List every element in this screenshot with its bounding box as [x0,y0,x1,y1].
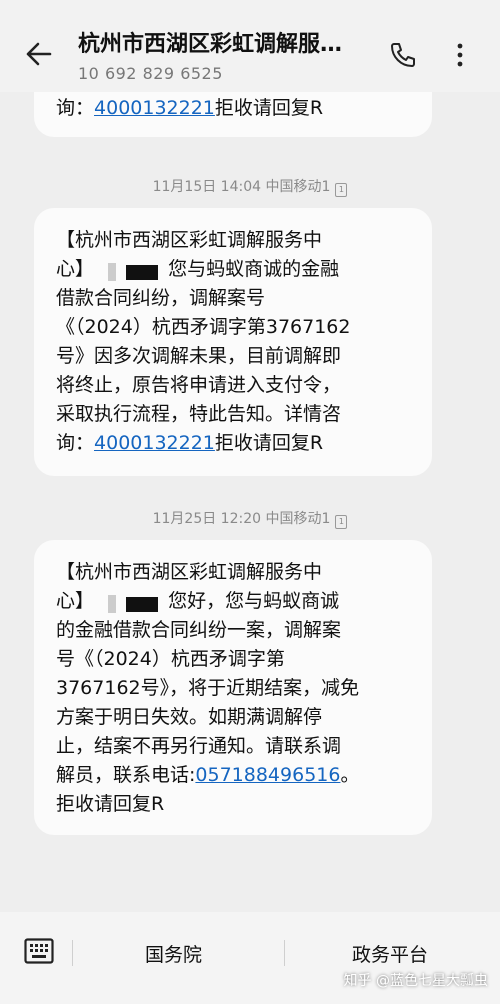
sim-card-icon: 1 [335,515,348,529]
message-timestamp: 11月15日 14:04 中国移动1 1 [0,176,500,197]
message-line: 方案于明日失效。如期满调解停 [56,706,323,728]
sender-number: 10 692 829 6525 [78,64,223,83]
phone-link[interactable]: 057188496516 [195,764,340,786]
message-line: 的金融借款合同纠纷一案，调解案 [56,619,342,641]
message-line: 心】 您好，您与蚂蚁商诚 [56,590,340,613]
message-line: 心】 您与蚂蚁商诚的金融 [56,258,340,281]
message-line: 号》因多次调解未果，目前调解即 [56,345,342,367]
message-line: 【杭州市西湖区彩虹调解服务中 [56,229,323,251]
menu-divider [72,940,73,966]
watermark: 知乎 @蓝色七星大瓢虫 [343,973,488,989]
phone-link[interactable]: 4000132221 [94,97,215,119]
message-line: 采取执行流程，特此告知。详情咨 [56,403,342,425]
message-line: 借款合同纠纷，调解案号 [56,287,266,309]
keyboard-icon[interactable] [24,938,54,964]
message-line: 3767162号》，将于近期结案，减免 [56,677,360,699]
menu-item-guowuyuan[interactable]: 国务院 [145,940,202,967]
message-line: 将终止，原告将申请进入支付令， [56,374,342,396]
redacted-name [100,593,162,613]
conversation-title: 杭州市西湖区彩虹调解服… [78,32,343,57]
message-line: 拒收请回复R [56,793,165,815]
sim-card-icon: 1 [335,183,348,197]
phone-icon[interactable] [388,40,418,70]
more-vertical-icon[interactable] [448,40,472,70]
message-line: 【杭州市西湖区彩虹调解服务中 [56,561,323,583]
message-line: 解员，联系电话:057188496516。 [56,764,360,786]
message-timestamp: 11月25日 12:20 中国移动1 1 [0,508,500,529]
phone-link[interactable]: 4000132221 [94,432,215,454]
message-text: 询： [56,97,95,119]
arrow-left-icon[interactable] [20,34,60,74]
app-header: 杭州市西湖区彩虹调解服… 10 692 829 6525 [0,0,500,92]
redacted-name [100,261,162,281]
bottom-menu-bar: 国务院 政务平台 [0,912,500,1004]
message-line: 询：4000132221拒收请回复R [56,432,324,454]
menu-divider [284,940,285,966]
message-bubble[interactable]: 【杭州市西湖区彩虹调解服务中 心】 您与蚂蚁商诚的金融 借款合同纠纷，调解案号 … [34,208,432,476]
message-line: 止，结案不再另行通知。请联系调 [56,735,342,757]
message-text: 拒收请回复R [214,97,324,119]
menu-item-zhengwu[interactable]: 政务平台 [352,940,428,967]
message-line: 《（2024）杭西矛调字第3767162 [56,316,351,338]
message-bubble[interactable]: 【杭州市西湖区彩虹调解服务中 心】 您好，您与蚂蚁商诚 的金融借款合同纠纷一案，… [34,540,432,835]
message-line: 号《（2024）杭西矛调字第 [56,648,285,670]
